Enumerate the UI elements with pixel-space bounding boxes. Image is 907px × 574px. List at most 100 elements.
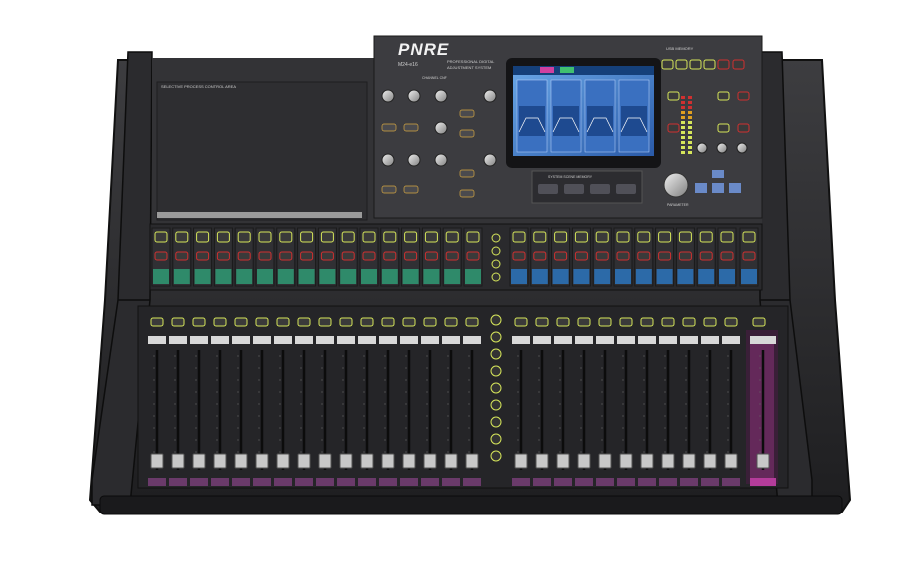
bus-pfl-button-7[interactable] xyxy=(640,317,654,327)
input-pfl-button-13[interactable] xyxy=(402,317,416,327)
bus-fader-cap-6[interactable] xyxy=(619,453,633,469)
bus-select-button-4[interactable] xyxy=(490,365,502,377)
bus-pfl-button-8[interactable] xyxy=(661,317,675,327)
control-knob-2[interactable] xyxy=(407,89,421,103)
bus-select-button-2[interactable] xyxy=(490,331,502,343)
input-sel-button-1[interactable] xyxy=(154,231,168,243)
bus-fader-cap-10[interactable] xyxy=(703,453,717,469)
input-pfl-button-1[interactable] xyxy=(150,317,164,327)
scene-button-1[interactable] xyxy=(538,184,558,194)
input-pfl-button-16[interactable] xyxy=(465,317,479,327)
bus-on-button-6[interactable] xyxy=(616,251,630,261)
bus-fader-cap-8[interactable] xyxy=(661,453,675,469)
bus-pfl-button-4[interactable] xyxy=(577,317,591,327)
input-pfl-button-7[interactable] xyxy=(276,317,290,327)
input-pfl-button-4[interactable] xyxy=(213,317,227,327)
input-sel-button-14[interactable] xyxy=(424,231,438,243)
bus-select-button-1[interactable] xyxy=(490,314,502,326)
input-on-button-1[interactable] xyxy=(154,251,168,261)
input-fader-cap-3[interactable] xyxy=(192,453,206,469)
input-fader-cap-1[interactable] xyxy=(150,453,164,469)
input-sel-button-16[interactable] xyxy=(466,231,480,243)
control-button-3[interactable] xyxy=(381,185,397,194)
input-pfl-button-10[interactable] xyxy=(339,317,353,327)
input-on-button-15[interactable] xyxy=(445,251,459,261)
master-fader-cap-1[interactable] xyxy=(756,453,770,469)
bus-on-button-7[interactable] xyxy=(637,251,651,261)
input-on-button-9[interactable] xyxy=(320,251,334,261)
layer-button-3[interactable] xyxy=(491,259,501,269)
bus-sel-button-4[interactable] xyxy=(574,231,588,243)
bus-on-button-2[interactable] xyxy=(533,251,547,261)
control-button-5[interactable] xyxy=(459,109,475,118)
control-button-1[interactable] xyxy=(381,123,397,132)
bus-on-button-3[interactable] xyxy=(554,251,568,261)
control-button-6[interactable] xyxy=(459,129,475,138)
bus-sel-button-2[interactable] xyxy=(533,231,547,243)
input-on-button-11[interactable] xyxy=(362,251,376,261)
input-sel-button-7[interactable] xyxy=(279,231,293,243)
usb-button-1[interactable] xyxy=(661,59,674,70)
monitor-button-2[interactable] xyxy=(667,123,680,133)
scene-button-3[interactable] xyxy=(590,184,610,194)
input-fader-cap-16[interactable] xyxy=(465,453,479,469)
monitor-knob-1[interactable] xyxy=(696,142,708,154)
input-on-button-3[interactable] xyxy=(196,251,210,261)
input-on-button-5[interactable] xyxy=(237,251,251,261)
input-on-button-13[interactable] xyxy=(404,251,418,261)
bus-on-button-11[interactable] xyxy=(720,251,734,261)
monitor-button-3[interactable] xyxy=(717,91,730,101)
control-knob-7[interactable] xyxy=(407,153,421,167)
monitor-button-6[interactable] xyxy=(737,123,750,133)
input-fader-cap-10[interactable] xyxy=(339,453,353,469)
bus-sel-button-10[interactable] xyxy=(699,231,713,243)
bus-pfl-button-5[interactable] xyxy=(598,317,612,327)
usb-record-button[interactable] xyxy=(717,59,730,70)
input-sel-button-3[interactable] xyxy=(196,231,210,243)
layer-button-2[interactable] xyxy=(491,246,501,256)
monitor-knob-2[interactable] xyxy=(716,142,728,154)
control-knob-5[interactable] xyxy=(434,121,448,135)
bus-sel-button-5[interactable] xyxy=(595,231,609,243)
bus-on-button-10[interactable] xyxy=(699,251,713,261)
bus-sel-button-8[interactable] xyxy=(658,231,672,243)
bus-fader-cap-11[interactable] xyxy=(724,453,738,469)
input-pfl-button-11[interactable] xyxy=(360,317,374,327)
scene-button-2[interactable] xyxy=(564,184,584,194)
input-fader-cap-11[interactable] xyxy=(360,453,374,469)
input-pfl-button-12[interactable] xyxy=(381,317,395,327)
input-fader-cap-8[interactable] xyxy=(297,453,311,469)
input-on-button-7[interactable] xyxy=(279,251,293,261)
input-fader-cap-6[interactable] xyxy=(255,453,269,469)
bus-select-button-5[interactable] xyxy=(490,382,502,394)
control-knob-9[interactable] xyxy=(483,153,497,167)
input-fader-cap-4[interactable] xyxy=(213,453,227,469)
bus-sel-button-12[interactable] xyxy=(742,231,756,243)
monitor-button-1[interactable] xyxy=(667,91,680,101)
bus-on-button-8[interactable] xyxy=(658,251,672,261)
input-pfl-button-2[interactable] xyxy=(171,317,185,327)
input-sel-button-2[interactable] xyxy=(175,231,189,243)
bus-sel-button-6[interactable] xyxy=(616,231,630,243)
input-fader-cap-14[interactable] xyxy=(423,453,437,469)
input-pfl-button-6[interactable] xyxy=(255,317,269,327)
control-button-7[interactable] xyxy=(459,169,475,178)
input-fader-cap-7[interactable] xyxy=(276,453,290,469)
input-fader-cap-13[interactable] xyxy=(402,453,416,469)
bus-on-button-9[interactable] xyxy=(678,251,692,261)
usb-button-3[interactable] xyxy=(689,59,702,70)
bus-sel-button-1[interactable] xyxy=(512,231,526,243)
input-sel-button-10[interactable] xyxy=(341,231,355,243)
bus-sel-button-3[interactable] xyxy=(554,231,568,243)
monitor-button-5[interactable] xyxy=(717,123,730,133)
bus-pfl-button-11[interactable] xyxy=(724,317,738,327)
bus-pfl-button-3[interactable] xyxy=(556,317,570,327)
input-pfl-button-3[interactable] xyxy=(192,317,206,327)
bus-select-button-3[interactable] xyxy=(490,348,502,360)
input-fader-cap-15[interactable] xyxy=(444,453,458,469)
scene-button-4[interactable] xyxy=(616,184,636,194)
input-sel-button-12[interactable] xyxy=(383,231,397,243)
input-pfl-button-15[interactable] xyxy=(444,317,458,327)
bus-select-button-6[interactable] xyxy=(490,399,502,411)
control-knob-6[interactable] xyxy=(381,153,395,167)
